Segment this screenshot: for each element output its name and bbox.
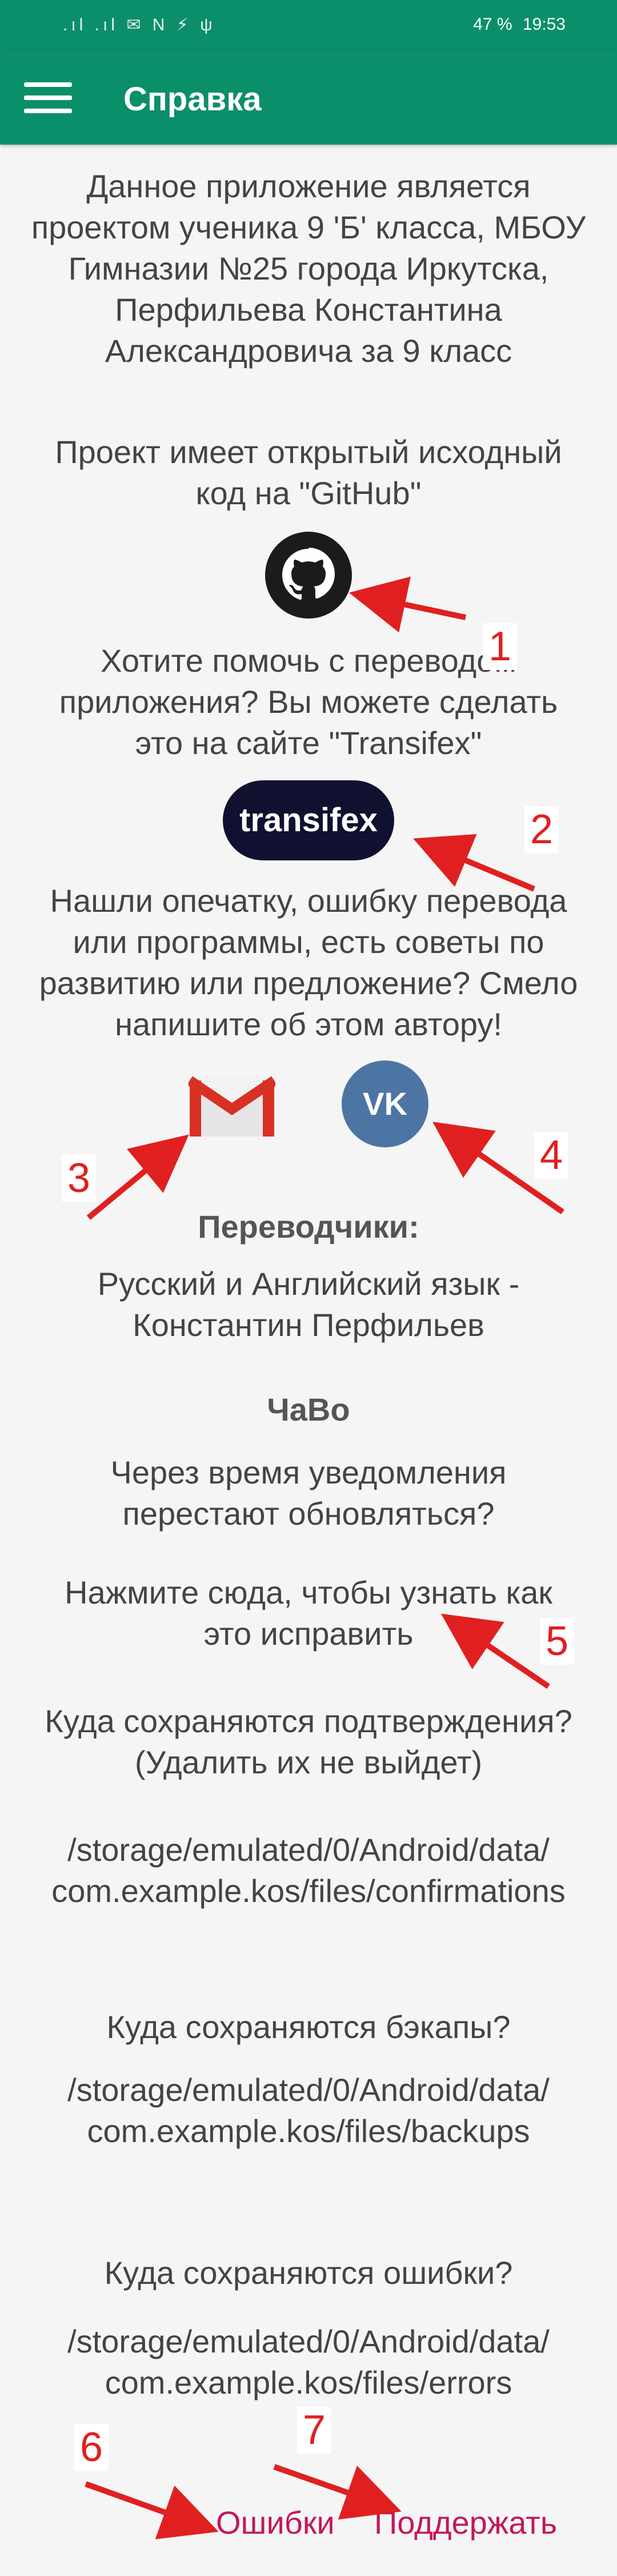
annotation-arrow-1 [348, 576, 467, 633]
status-bar: .ıl .ıl ✉ N ⚡ ψ 47 % 19:53 [0, 0, 617, 50]
gmail-icon[interactable] [186, 1075, 278, 1138]
annotation-number-3: 3 [62, 1155, 97, 1202]
errors-path: /storage/emulated/0/Android/data/ com.ex… [67, 2323, 550, 2400]
battery-level: 47 % [473, 15, 512, 34]
annotation-number-2: 2 [524, 806, 559, 853]
github-icon[interactable] [265, 532, 352, 619]
app-toolbar: Справка [0, 50, 617, 145]
help-translate-text: Хотите помочь с переводом приложения? Вы… [59, 643, 558, 761]
feedback-text: Нашли опечатку, ошибку перевода или прог… [39, 883, 578, 1042]
faq-title: ЧаВо [267, 1391, 350, 1427]
page-title: Справка [123, 81, 262, 118]
translators-title: Переводчики: [198, 1209, 419, 1245]
status-right: 47 % 19:53 [473, 15, 566, 34]
annotation-number-7: 7 [297, 2407, 332, 2454]
support-button[interactable]: Поддержать [374, 2504, 557, 2541]
annotation-number-4: 4 [534, 1132, 569, 1179]
backups-path: /storage/emulated/0/Android/data/ com.ex… [67, 2072, 550, 2149]
translators-text: Русский и Английский язык - Константин П… [97, 1266, 520, 1343]
annotation-arrow-7 [273, 2464, 402, 2520]
faq-fix-link[interactable]: Нажмите сюда, чтобы узнать как это испра… [0, 1572, 617, 1654]
errors-button[interactable]: Ошибки [216, 2504, 335, 2541]
status-indicators: .ıl .ıl ✉ N ⚡ ψ [63, 15, 216, 34]
bottom-actions: Ошибки Поддержать [0, 2504, 617, 2550]
confirmations-path: /storage/emulated/0/Android/data/ com.ex… [51, 1832, 566, 1909]
annotation-number-1: 1 [483, 623, 518, 670]
opensource-text: Проект имеет открытый исходный код на "G… [55, 434, 562, 511]
annotation-number-6: 6 [74, 2424, 109, 2471]
transifex-button[interactable]: transifex [223, 780, 394, 860]
errors-question: Куда сохраняются ошибки? [104, 2255, 513, 2291]
clock: 19:53 [522, 15, 566, 34]
hamburger-icon[interactable] [24, 80, 72, 115]
about-text: Данное приложение является проектом учен… [31, 168, 586, 369]
backups-question: Куда сохраняются бэкапы? [106, 2009, 511, 2045]
annotation-number-5: 5 [540, 1618, 575, 1665]
vk-icon[interactable]: VK [342, 1060, 428, 1147]
confirmations-question: Куда сохраняются подтверждения? (Удалить… [45, 1703, 572, 1780]
faq-question-1: Через время уведомления перестают обновл… [110, 1454, 507, 1532]
